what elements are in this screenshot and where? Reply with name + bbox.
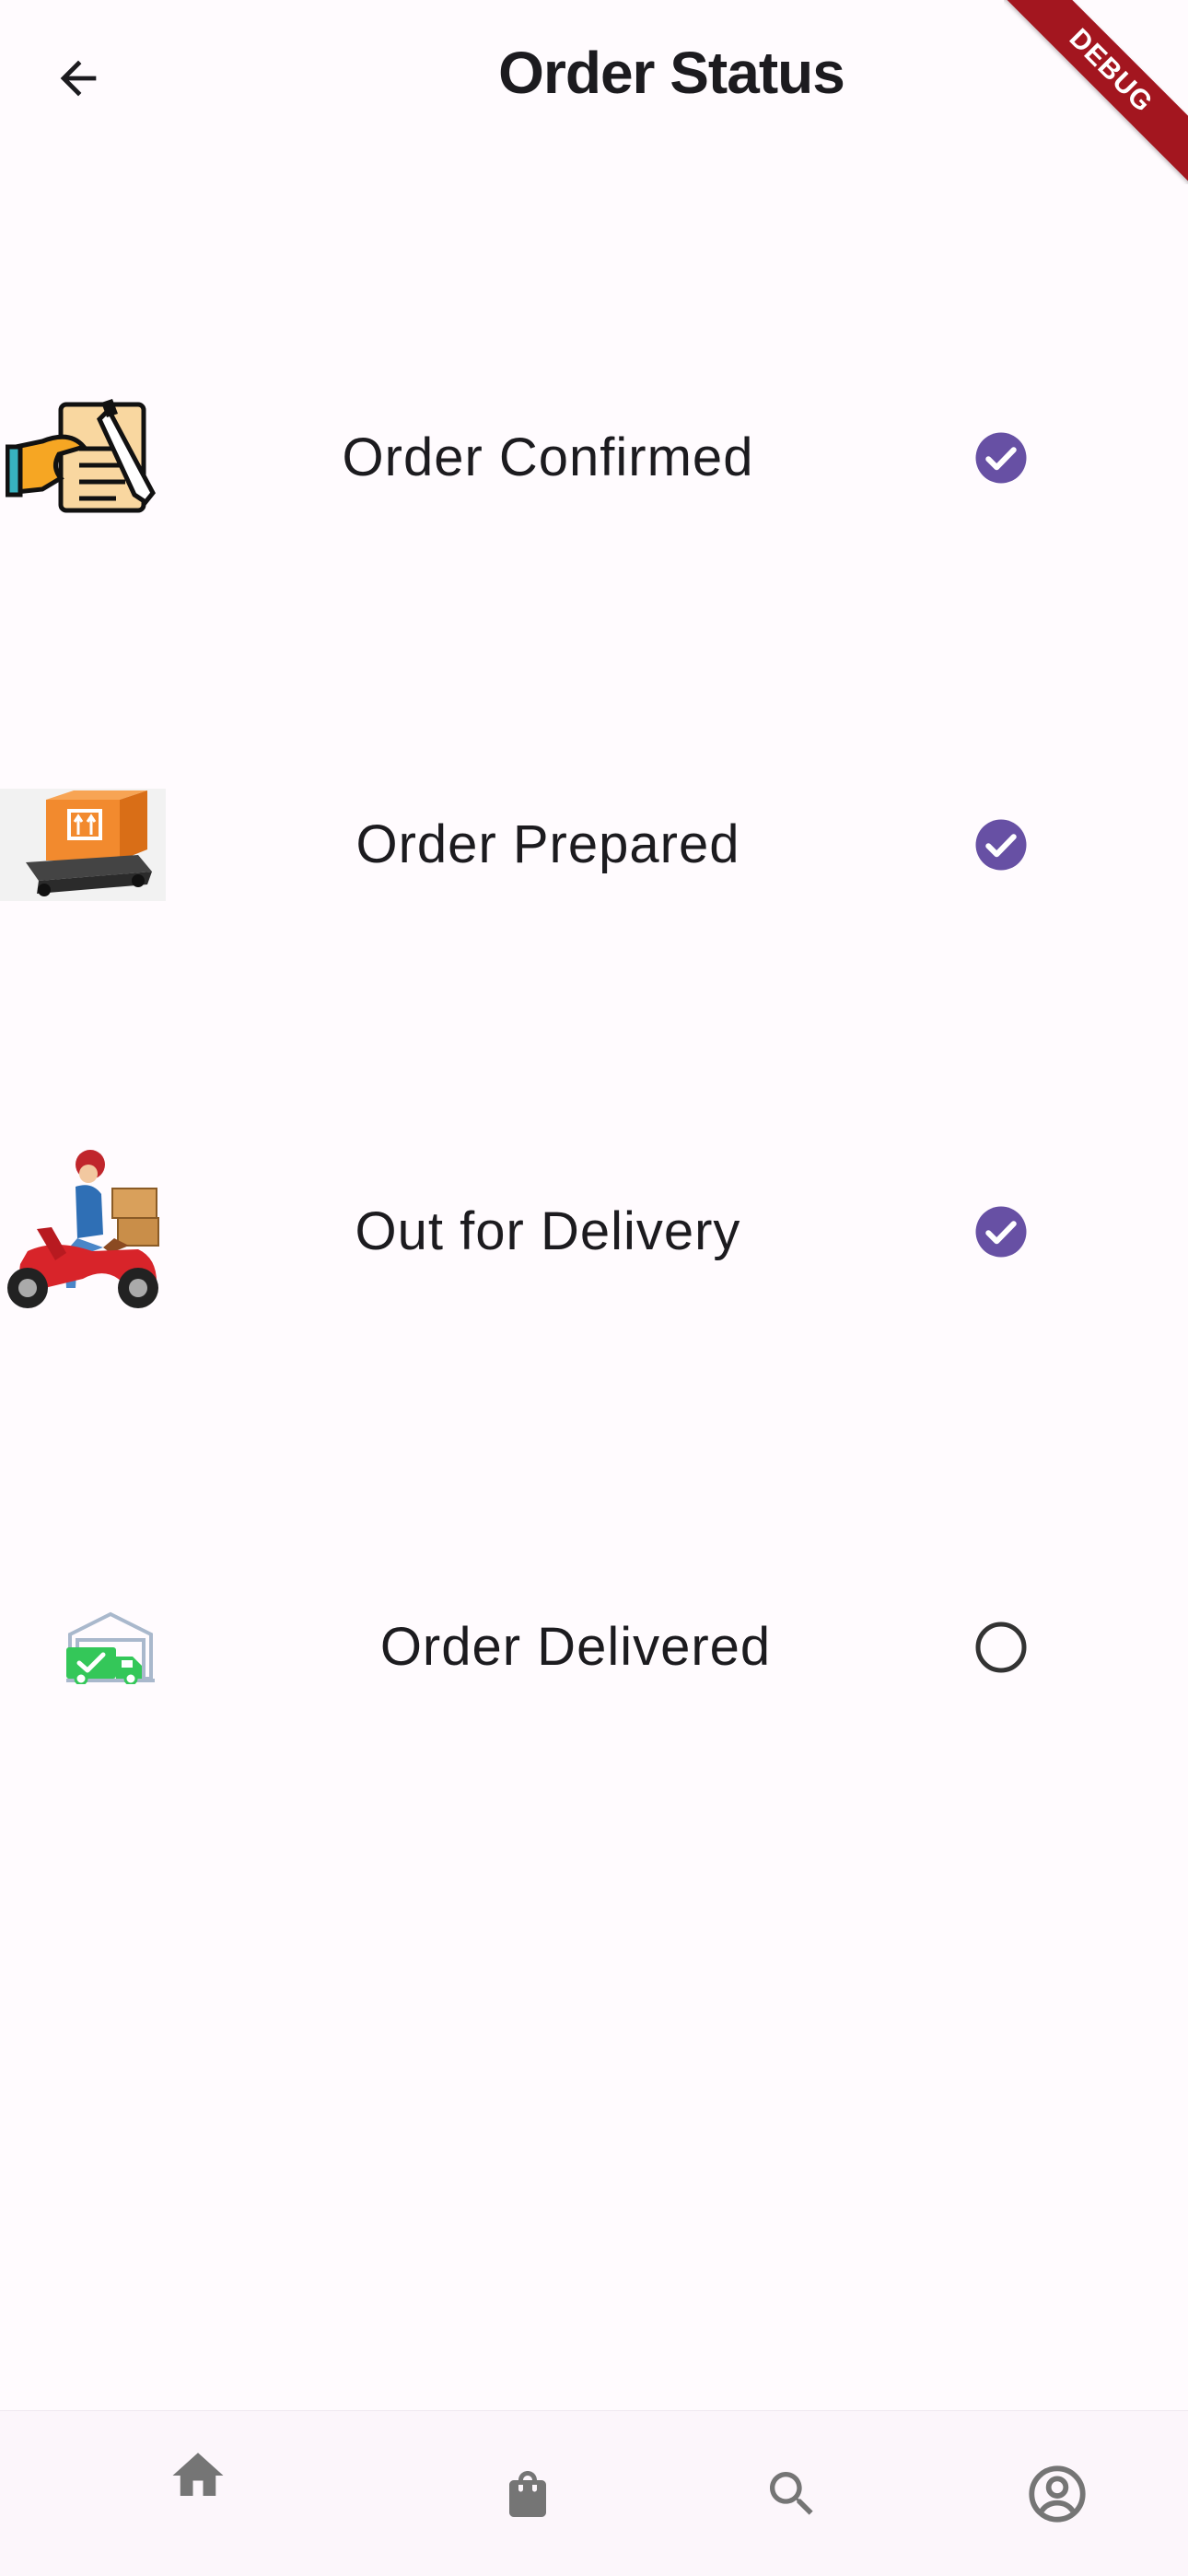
- nav-item-bag[interactable]: [454, 2411, 601, 2576]
- delivery-scooter-icon: [0, 1140, 164, 1324]
- signed-document-icon: [6, 366, 157, 550]
- status-label: Order Prepared: [355, 814, 740, 874]
- status-label: Order Confirmed: [342, 427, 754, 487]
- app-bar: Order Status: [0, 0, 1188, 152]
- status-row-out-for-delivery: Out for Delivery: [0, 1140, 1188, 1324]
- status-row-prepared: Order Prepared: [0, 753, 1188, 937]
- page-title: Order Status: [498, 40, 845, 106]
- status-label: Out for Delivery: [355, 1201, 741, 1261]
- shopping-bag-icon: [509, 2471, 546, 2517]
- check-circle-icon[interactable]: [973, 1204, 1029, 1259]
- status-row-delivered: Order Delivered: [0, 1555, 1188, 1739]
- check-circle-icon[interactable]: [973, 817, 1029, 872]
- status-label: Order Delivered: [379, 1617, 772, 1677]
- nav-item-search[interactable]: [718, 2411, 866, 2576]
- nav-item-profile[interactable]: [984, 2411, 1131, 2576]
- home-icon: [172, 2453, 224, 2496]
- search-icon: [770, 2472, 813, 2515]
- delivered-truck-icon: [64, 1555, 157, 1739]
- status-row-confirmed: Order Confirmed: [0, 366, 1188, 550]
- account-circle-icon: [1029, 2465, 1086, 2523]
- check-circle-icon[interactable]: [973, 430, 1029, 486]
- bottom-navigation-bar: [0, 2410, 1188, 2576]
- radio-unchecked-icon[interactable]: [973, 1620, 1029, 1675]
- package-on-pallet-icon: [0, 753, 166, 937]
- nav-item-home[interactable]: [124, 2411, 272, 2576]
